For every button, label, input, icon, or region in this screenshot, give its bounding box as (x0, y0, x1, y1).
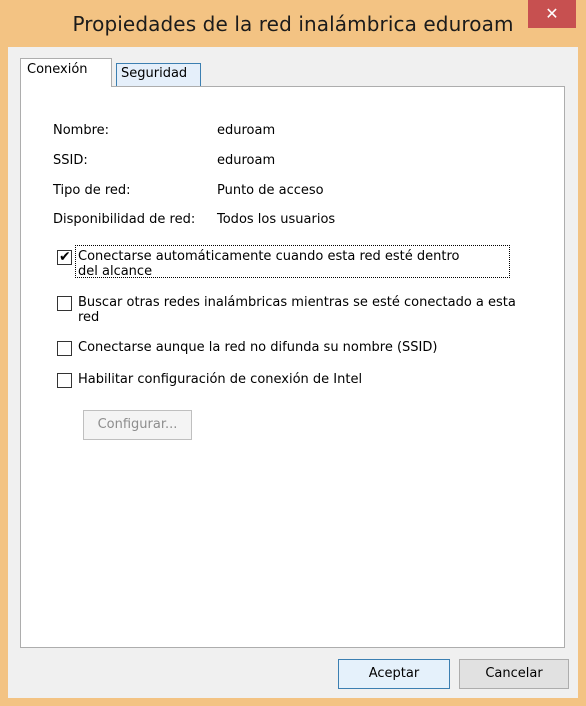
checkmark-icon: ✔ (59, 249, 71, 265)
option-connect-hidden-label: Conectarse aunque la red no difunda su n… (78, 340, 438, 355)
configure-button[interactable]: Configurar... (83, 410, 192, 440)
tab-conexion-label: Conexión (27, 62, 88, 77)
property-value-nombre: eduroam (217, 123, 276, 138)
checkbox-connect-automatically[interactable]: ✔ (57, 249, 72, 265)
checkbox-intel-config[interactable] (57, 373, 72, 388)
property-label-ssid: SSID: (53, 153, 88, 168)
accept-button[interactable]: Aceptar (338, 659, 450, 689)
property-label-disponibilidad: Disponibilidad de red: (53, 212, 196, 227)
property-label-tipo-red: Tipo de red: (53, 183, 131, 198)
property-value-tipo-red: Punto de acceso (217, 183, 324, 198)
dialog-window: Propiedades de la red inalámbrica eduroa… (0, 0, 586, 706)
property-value-ssid: eduroam (217, 153, 276, 168)
option-connect-automatically-label: Conectarse automáticamente cuando esta r… (78, 249, 460, 279)
checkbox-connect-hidden[interactable] (57, 341, 72, 356)
property-label-nombre: Nombre: (53, 123, 110, 138)
tab-seguridad-label: Seguridad (121, 66, 188, 81)
tab-panel-conexion (20, 86, 565, 648)
tab-seguridad[interactable]: Seguridad (116, 63, 201, 87)
cancel-button[interactable]: Cancelar (459, 659, 569, 689)
close-button[interactable]: ✕ (528, 0, 576, 28)
tab-conexion[interactable]: Conexión (20, 58, 112, 87)
window-title: Propiedades de la red inalámbrica eduroa… (72, 12, 514, 36)
option-intel-config-label: Habilitar configuración de conexión de I… (78, 372, 363, 387)
property-value-disponibilidad: Todos los usuarios (217, 212, 336, 227)
option-search-other-networks-label: Buscar otras redes inalámbricas mientras… (78, 295, 516, 325)
close-icon: ✕ (545, 4, 559, 23)
checkbox-search-other-networks[interactable] (57, 296, 72, 311)
title-bar[interactable]: Propiedades de la red inalámbrica eduroa… (0, 0, 586, 47)
